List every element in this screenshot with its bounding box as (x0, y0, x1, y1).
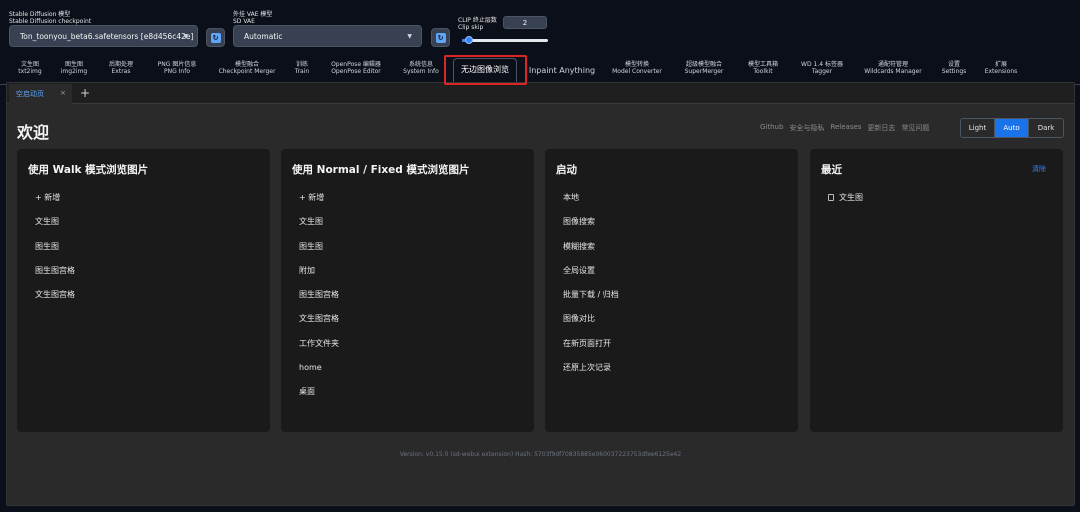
refresh-icon: ↻ (210, 32, 221, 43)
list-item[interactable]: + 新增 (35, 193, 75, 218)
list-item[interactable]: 模糊搜索 (563, 242, 619, 267)
recent-list: 文生图 (828, 194, 863, 218)
vae-select[interactable]: Automatic ▼ (233, 25, 422, 47)
tab-wildcards-manager[interactable]: 通配符管理 Wildcards Manager (864, 61, 921, 83)
list-item[interactable]: 文生图 (35, 218, 75, 242)
settings-bar: Stable Diffusion 模型 Stable Diffusion che… (0, 0, 1080, 58)
link-changelog[interactable]: 更新日志 (867, 123, 895, 133)
checkpoint-value: Ton_toonyou_beta6.safetensors [e8d456c42… (20, 31, 194, 41)
card-title: 最近 (821, 164, 842, 176)
link-github[interactable]: Github (760, 123, 783, 133)
list-item[interactable]: 批量下载 / 归档 (563, 291, 619, 315)
theme-dark-button[interactable]: Dark (1029, 119, 1063, 137)
card-title: 使用 Walk 模式浏览图片 (28, 164, 149, 176)
link-privacy[interactable]: 安全与隐私 (789, 123, 824, 133)
vae-value: Automatic (244, 31, 283, 41)
tab-toolkit[interactable]: 模型工具箱 Toolkit (748, 61, 778, 83)
subtab-bar: 空启动页 × + (7, 83, 1074, 104)
list-item[interactable]: 图生图宫格 (299, 291, 339, 315)
highlight-box (444, 55, 527, 85)
browser-panel: 空启动页 × + 欢迎 Github 安全与隐私 Releases 更新日志 常… (6, 82, 1075, 506)
list-item[interactable]: 桌面 (299, 388, 339, 412)
clip-skip-slider[interactable] (462, 36, 548, 44)
card-launch: 启动 本地 图像搜索 模糊搜索 全局设置 批量下载 / 归档 图像对比 在新页面… (545, 149, 798, 432)
tab-checkpoint-merger[interactable]: 模型融合 Checkpoint Merger (219, 61, 276, 83)
checkpoint-label: Stable Diffusion 模型 Stable Diffusion che… (9, 11, 92, 25)
tab-extras[interactable]: 后期处理 Extras (109, 61, 133, 83)
main-tabs: 文生图 txt2img 图生图 img2img 后期处理 Extras PNG 图片信… (0, 58, 1080, 85)
tab-settings[interactable]: 设置 Settings (942, 61, 967, 83)
list-item[interactable]: 图生图 (35, 242, 75, 267)
list-item[interactable]: 还原上次记录 (563, 364, 619, 388)
list-item[interactable]: + 新增 (299, 193, 339, 218)
tab-train[interactable]: 训练 Train (295, 61, 309, 83)
list-item[interactable]: 附加 (299, 266, 339, 291)
close-icon[interactable]: × (60, 89, 66, 97)
refresh-icon: ↻ (435, 32, 446, 43)
version-footer: Version: v0.15.0 (sd-webui extension) Ha… (399, 451, 682, 458)
tab-model-converter[interactable]: 模型转换 Model Converter (612, 61, 662, 83)
card-title: 使用 Normal / Fixed 模式浏览图片 (292, 164, 470, 176)
chevron-down-icon: ▼ (183, 33, 188, 40)
list-item[interactable]: 图像对比 (563, 315, 619, 339)
tab-img2img[interactable]: 图生图 img2img (61, 61, 87, 83)
list-item[interactable]: 图生图 (299, 242, 339, 267)
tab-txt2img[interactable]: 文生图 txt2img (18, 61, 41, 83)
chevron-down-icon: ▼ (407, 33, 412, 40)
list-item[interactable]: 图像搜索 (563, 218, 619, 242)
list-item[interactable]: 文生图 (299, 218, 339, 242)
clip-skip-label: CLIP 终止层数 Clip skip (458, 17, 497, 31)
page-title: 欢迎 (17, 123, 50, 142)
list-item[interactable]: 在新页面打开 (563, 339, 619, 364)
theme-light-button[interactable]: Light (961, 119, 995, 137)
list-item[interactable]: 文生图宫格 (299, 315, 339, 339)
tab-inpaint-anything[interactable]: Inpaint Anything (529, 61, 595, 83)
refresh-vae-button[interactable]: ↻ (431, 28, 450, 47)
launch-list: 本地 图像搜索 模糊搜索 全局设置 批量下载 / 归档 图像对比 在新页面打开 … (563, 193, 619, 388)
theme-switcher: Light Auto Dark (960, 118, 1064, 138)
file-icon (828, 194, 834, 201)
checkpoint-select[interactable]: Ton_toonyou_beta6.safetensors [e8d456c42… (9, 25, 198, 47)
theme-auto-button[interactable]: Auto (995, 119, 1029, 137)
list-item[interactable]: 全局设置 (563, 266, 619, 291)
list-item[interactable]: 文生图宫格 (35, 291, 75, 315)
clear-recent-button[interactable]: 清除 (1032, 164, 1046, 174)
tab-openpose-editor[interactable]: OpenPose 编辑器 OpenPose Editor (331, 61, 381, 83)
list-item[interactable]: 本地 (563, 193, 619, 218)
card-walk-mode: 使用 Walk 模式浏览图片 + 新增 文生图 图生图 图生图宫格 文生图宫格 (17, 149, 270, 432)
tab-extensions[interactable]: 扩展 Extensions (985, 61, 1018, 83)
list-item[interactable]: home (299, 364, 339, 388)
list-item[interactable]: 工作文件夹 (299, 339, 339, 364)
list-item[interactable]: 文生图 (828, 194, 863, 218)
vae-label: 外挂 VAE 模型 SD VAE (233, 11, 273, 25)
card-normal-mode: 使用 Normal / Fixed 模式浏览图片 + 新增 文生图 图生图 附加… (281, 149, 534, 432)
add-tab-button[interactable]: + (80, 86, 90, 100)
card-title: 启动 (556, 164, 577, 176)
header-links: Github 安全与隐私 Releases 更新日志 常见问题 (760, 123, 929, 133)
normal-list: + 新增 文生图 图生图 附加 图生图宫格 文生图宫格 工作文件夹 home 桌… (299, 193, 339, 413)
clip-skip-input[interactable]: 2 (503, 16, 547, 29)
tab-tagger[interactable]: WD 1.4 标签器 Tagger (801, 61, 843, 83)
tab-system-info[interactable]: 系统信息 System Info (403, 61, 439, 83)
clip-skip-slider-thumb[interactable] (464, 36, 473, 44)
subtab-empty-start[interactable]: 空启动页 × (9, 84, 72, 104)
tab-png-info[interactable]: PNG 图片信息 PNG Info (158, 61, 197, 83)
refresh-checkpoint-button[interactable]: ↻ (206, 28, 225, 47)
link-releases[interactable]: Releases (830, 123, 861, 133)
tab-supermerger[interactable]: 超级模型融合 SuperMerger (685, 61, 724, 83)
card-recent: 最近 清除 文生图 (810, 149, 1063, 432)
list-item[interactable]: 图生图宫格 (35, 266, 75, 291)
walk-list: + 新增 文生图 图生图 图生图宫格 文生图宫格 (35, 193, 75, 315)
link-faq[interactable]: 常见问题 (901, 123, 929, 133)
